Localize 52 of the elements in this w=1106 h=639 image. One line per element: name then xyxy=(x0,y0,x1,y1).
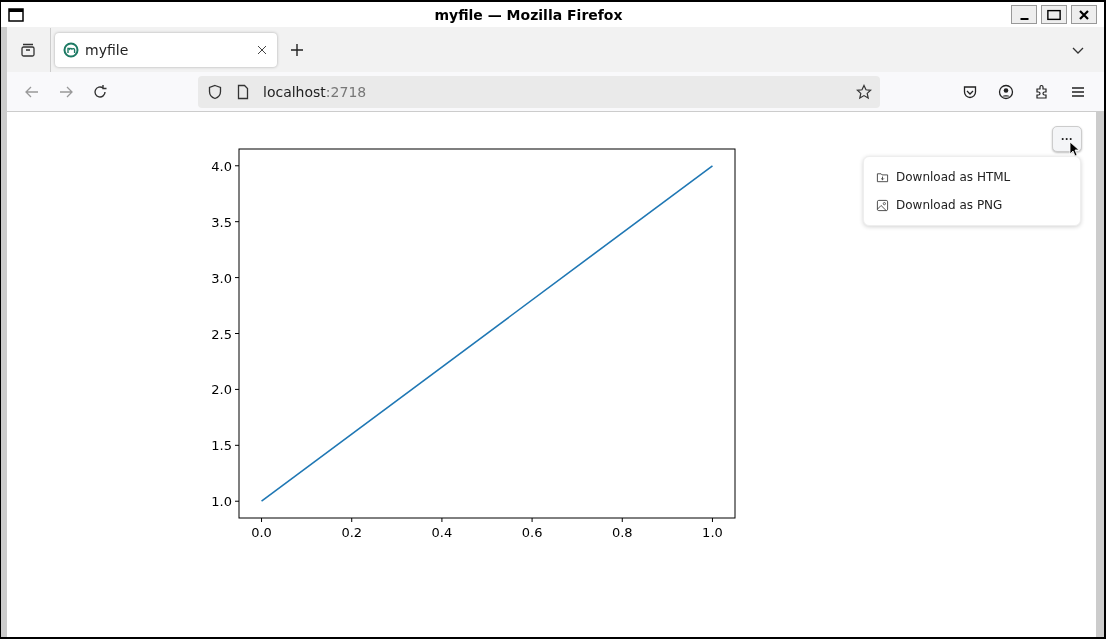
tick-mark xyxy=(234,388,240,390)
x-tick-label: 0.8 xyxy=(611,525,633,540)
x-tick-label: 0.6 xyxy=(521,525,543,540)
star-icon[interactable] xyxy=(856,83,872,100)
close-icon xyxy=(1077,8,1091,21)
y-tick-label: 4.0 xyxy=(211,158,232,174)
account-icon[interactable] xyxy=(998,83,1014,100)
window-icon xyxy=(8,7,24,22)
image-icon xyxy=(876,198,889,212)
close-button[interactable] xyxy=(1071,5,1097,24)
shield-icon xyxy=(207,83,223,100)
folder-download-icon xyxy=(876,170,889,184)
x-tick-label: 0.4 xyxy=(431,525,453,540)
menu-item[interactable]: Download as HTML xyxy=(896,170,1011,184)
y-tick-label: 3.5 xyxy=(211,214,232,230)
y-tick-label: 1.0 xyxy=(211,494,232,510)
tick-mark xyxy=(261,517,263,523)
address-bar[interactable]: localhost:2718 xyxy=(198,75,880,108)
new-tab-button[interactable] xyxy=(289,41,305,58)
y-tick-label: 3.0 xyxy=(211,270,232,286)
minimize-button[interactable] xyxy=(1011,5,1037,24)
tick-mark xyxy=(441,517,443,523)
url-text: localhost:2718 xyxy=(263,83,367,100)
site-logo-icon xyxy=(63,41,79,58)
menu-item[interactable]: Download as PNG xyxy=(896,198,1003,212)
maximize-icon xyxy=(1047,8,1061,21)
x-tick-label: 1.0 xyxy=(702,525,723,540)
tick-mark xyxy=(351,517,353,523)
tick-mark xyxy=(234,444,240,446)
tick-mark xyxy=(711,517,713,523)
y-tick-label: 2.0 xyxy=(211,382,232,398)
close-tab-icon[interactable] xyxy=(257,44,267,55)
minimize-icon xyxy=(1019,18,1029,20)
tick-mark xyxy=(234,333,240,334)
tick-mark xyxy=(234,221,240,223)
tick-mark xyxy=(234,500,240,502)
tick-mark xyxy=(621,517,623,523)
tick-mark xyxy=(234,165,240,167)
extensions-icon[interactable] xyxy=(1034,83,1050,100)
x-tick-label: 0.0 xyxy=(251,525,272,540)
x-tick-label: 0.2 xyxy=(341,525,363,540)
window-title: myfile — Mozilla Firefox xyxy=(433,6,624,23)
pocket-icon[interactable] xyxy=(962,83,978,100)
reload-icon[interactable] xyxy=(92,83,108,100)
page-icon xyxy=(235,83,251,100)
tick-mark xyxy=(234,277,240,279)
y-tick-label: 2.5 xyxy=(211,326,232,342)
maximize-button[interactable] xyxy=(1041,5,1067,24)
y-tick-label: 1.5 xyxy=(211,438,232,454)
browser-tab[interactable]: myfile xyxy=(55,32,277,67)
tick-mark xyxy=(531,517,533,523)
tray-icon[interactable] xyxy=(20,41,36,58)
